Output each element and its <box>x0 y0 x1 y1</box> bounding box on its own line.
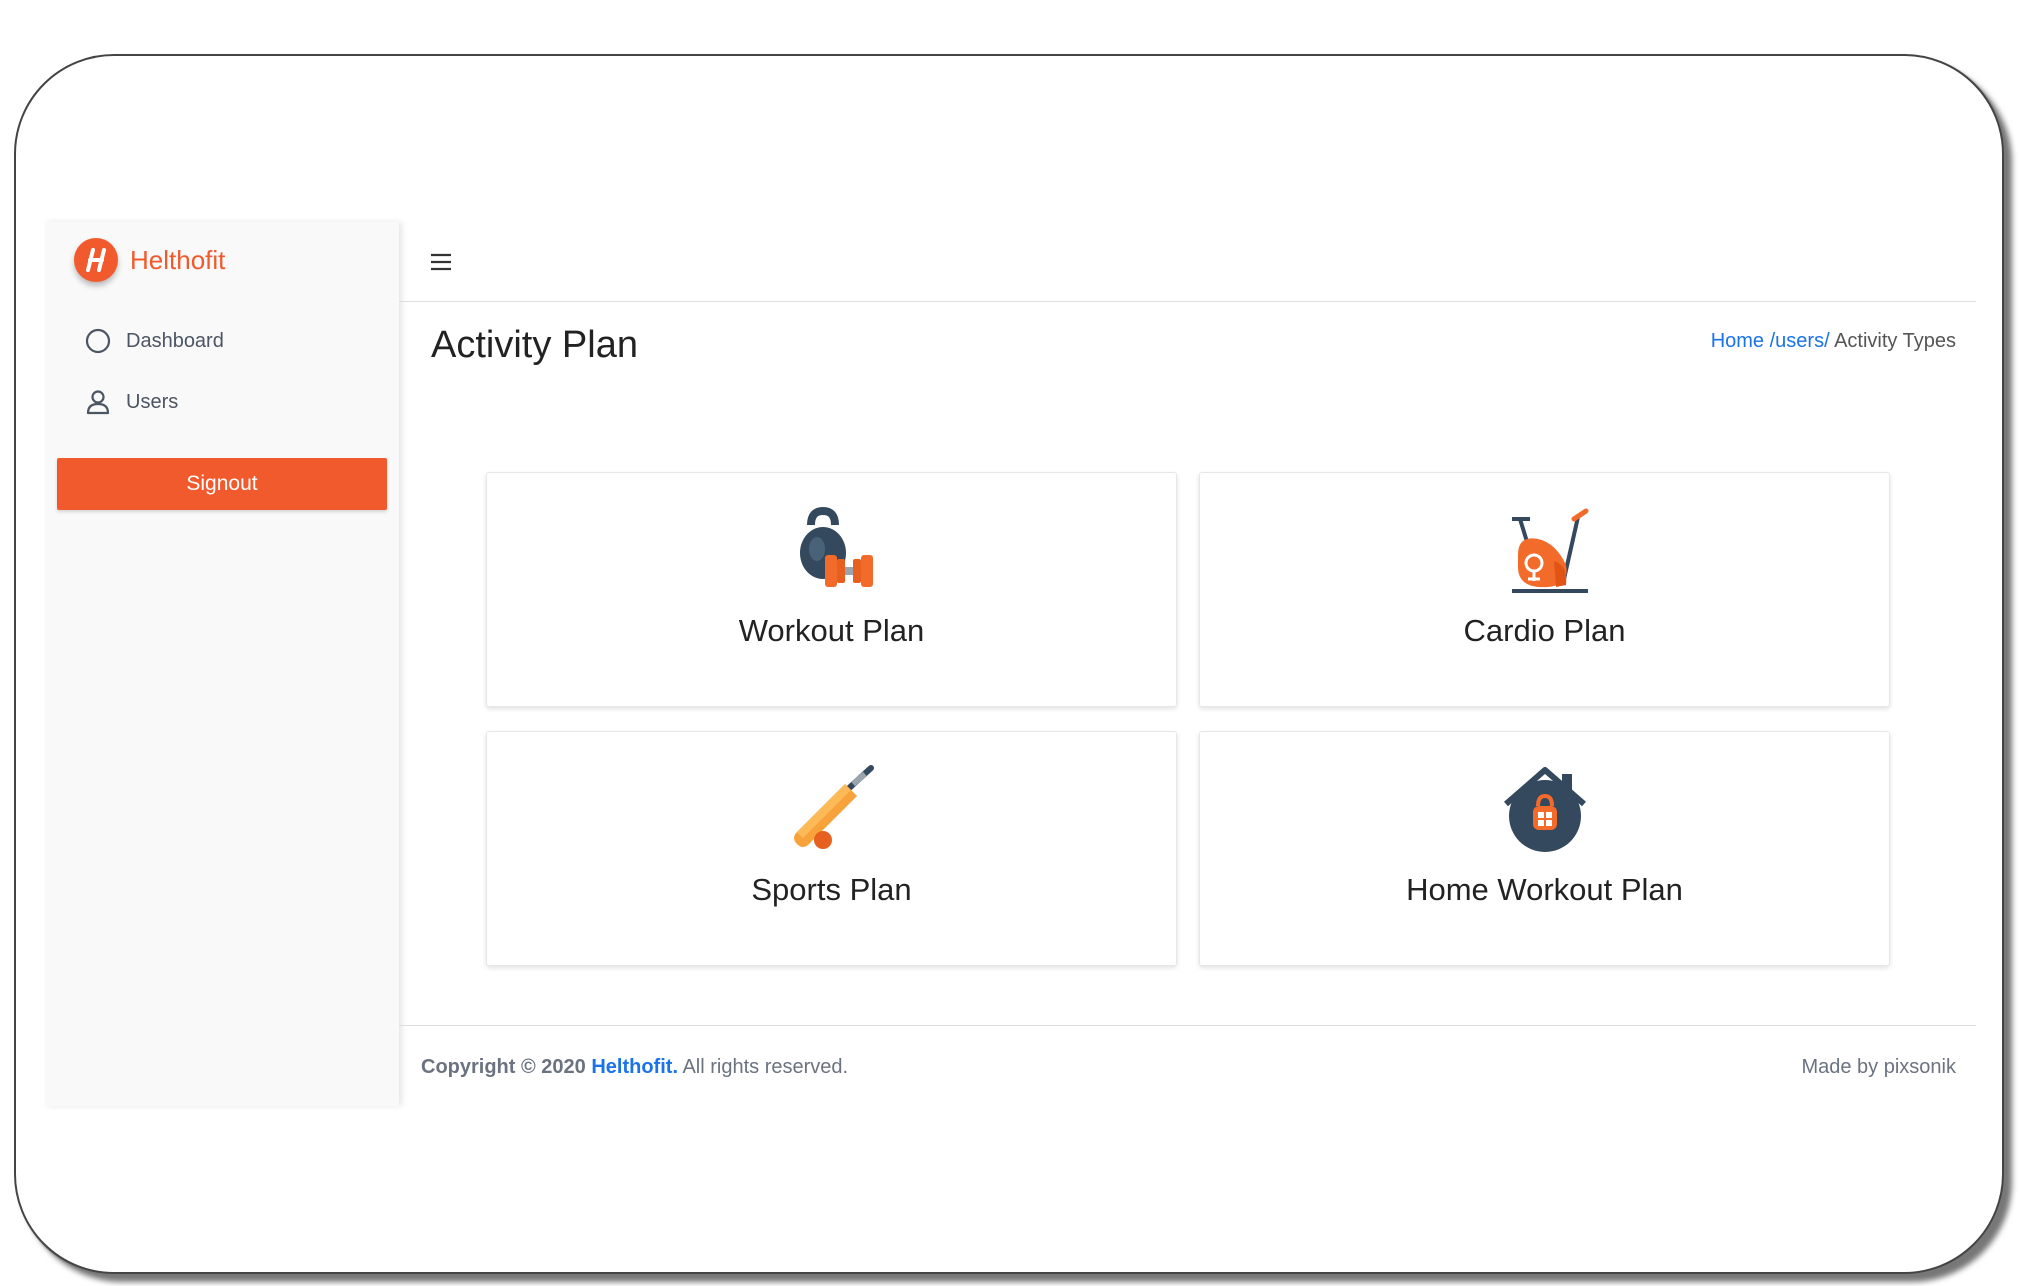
app-window: Helthofit Dashboard Users Signout Activi… <box>45 222 1976 1106</box>
logo-h-icon <box>74 238 118 282</box>
exercise-bike-icon <box>1511 508 1588 593</box>
sidebar-item-users[interactable]: Users <box>84 382 178 422</box>
footer-brand-link[interactable]: Helthofit. <box>591 1056 678 1078</box>
main-content: Activity Plan Home /users/ Activity Type… <box>399 222 1976 1106</box>
card-label: Home Workout Plan <box>1406 872 1683 907</box>
copyright-text: Copyright © 2020 Helthofit. All rights r… <box>421 1056 848 1079</box>
breadcrumb-current: Activity Types <box>1834 330 1956 352</box>
top-bar <box>399 222 1976 302</box>
signout-button[interactable]: Signout <box>57 458 387 510</box>
circle-icon <box>84 327 112 355</box>
card-home-workout-plan[interactable]: Home Workout Plan <box>1199 731 1890 966</box>
copyright-prefix: Copyright © 2020 <box>421 1056 586 1078</box>
made-by-text: Made by pixsonik <box>1801 1056 1956 1078</box>
card-workout-plan[interactable]: Workout Plan <box>486 472 1177 707</box>
breadcrumb: Home /users/ Activity Types <box>1711 330 1956 353</box>
sidebar-item-label: Users <box>126 390 179 413</box>
brand-logo[interactable]: Helthofit <box>74 236 225 284</box>
sidebar-item-dashboard[interactable]: Dashboard <box>84 321 224 361</box>
card-label: Cardio Plan <box>1463 613 1626 648</box>
kettlebell-dumbbell-icon <box>799 506 873 587</box>
sidebar-item-label: Dashboard <box>126 329 224 352</box>
cricket-bat-icon <box>793 765 874 849</box>
user-icon <box>84 388 112 416</box>
card-sports-plan[interactable]: Sports Plan <box>486 731 1177 966</box>
home-kettlebell-icon <box>1503 767 1586 852</box>
footer: Copyright © 2020 Helthofit. All rights r… <box>399 1025 1976 1107</box>
card-label: Sports Plan <box>751 872 912 907</box>
rights-text: All rights reserved. <box>682 1056 849 1078</box>
card-label: Workout Plan <box>738 613 925 648</box>
breadcrumb-users-link[interactable]: /users/ <box>1770 330 1830 352</box>
card-cardio-plan[interactable]: Cardio Plan <box>1199 472 1890 707</box>
brand-name: Helthofit <box>130 244 226 275</box>
breadcrumb-home-link[interactable]: Home <box>1711 330 1764 352</box>
sidebar: Helthofit Dashboard Users Signout <box>45 222 399 1106</box>
hamburger-icon[interactable] <box>429 250 453 274</box>
page-title: Activity Plan <box>431 324 638 366</box>
